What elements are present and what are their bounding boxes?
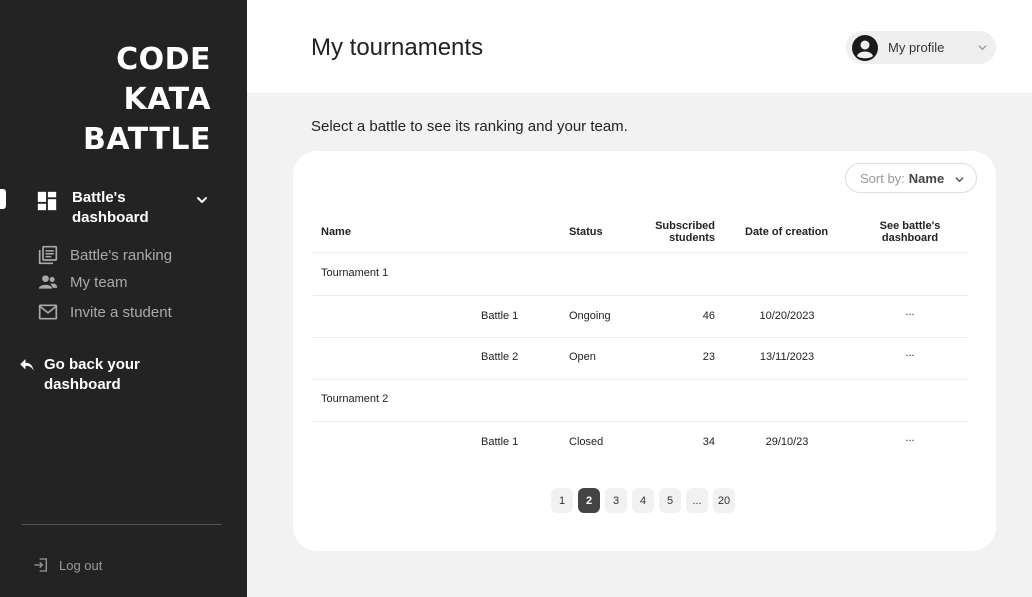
- page-button-20[interactable]: 20: [713, 488, 735, 513]
- tournament-name: Tournament 2: [321, 393, 389, 405]
- mail-icon: [38, 304, 58, 320]
- sort-dropdown[interactable]: Sort by: Name: [845, 163, 977, 193]
- sidebar-item-battles-ranking[interactable]: Battle's ranking: [38, 245, 172, 265]
- battle-status: Ongoing: [569, 310, 611, 322]
- sort-value: Name: [908, 170, 945, 186]
- logout-button[interactable]: Log out: [33, 557, 102, 573]
- chevron-down-icon[interactable]: [196, 194, 208, 206]
- page-ellipsis: ...: [686, 488, 708, 513]
- see-dashboard-button[interactable]: ...: [890, 432, 930, 444]
- tournament-name: Tournament 1: [321, 267, 389, 279]
- table-divider: [313, 421, 968, 422]
- battle-date: 29/10/23: [765, 436, 809, 448]
- team-icon: [38, 275, 58, 289]
- chevron-down-icon: [955, 177, 964, 183]
- battle-date: 10/20/2023: [759, 310, 815, 322]
- column-header-see-dashboard: See battle's dashboard: [879, 220, 941, 244]
- table-divider: [313, 379, 968, 380]
- go-back-label: Go back your dashboard: [44, 356, 140, 393]
- column-header-status: Status: [569, 226, 603, 238]
- battle-name: Battle 2: [481, 351, 519, 363]
- sidebar-item-label: My team: [70, 273, 128, 291]
- column-header-name: Name: [321, 226, 351, 238]
- ranking-icon: [38, 245, 58, 265]
- profile-label: My profile: [888, 40, 945, 55]
- sidebar-item-battles-dashboard[interactable]: Battle's dashboard: [36, 188, 216, 230]
- page-button-1[interactable]: 1: [551, 488, 573, 513]
- page-subtitle: Select a battle to see its ranking and y…: [311, 118, 628, 135]
- battle-students: 23: [702, 351, 715, 363]
- column-header-date: Date of creation: [745, 226, 829, 238]
- dashboard-icon: [37, 191, 57, 211]
- battle-name: Battle 1: [481, 436, 519, 448]
- avatar-icon: [852, 34, 878, 61]
- sidebar-item-label: Battle's dashboard: [72, 189, 149, 226]
- sidebar-item-label: Invite a student: [70, 303, 172, 321]
- see-dashboard-button[interactable]: ...: [890, 306, 930, 318]
- sidebar-item-my-team[interactable]: My team: [38, 272, 128, 292]
- table-divider: [313, 337, 968, 338]
- battle-date: 13/11/2023: [759, 351, 815, 363]
- table-divider: [313, 252, 968, 253]
- tournaments-card: Sort by: Name Name Status Subscribed stu…: [293, 151, 996, 551]
- battle-status: Closed: [569, 436, 604, 448]
- go-back-dashboard-link[interactable]: Go back your dashboard: [18, 355, 144, 395]
- active-nav-marker: [0, 189, 6, 209]
- sort-prefix: Sort by:: [860, 170, 905, 186]
- battle-name: Battle 1: [481, 310, 519, 322]
- battle-students: 34: [702, 436, 715, 448]
- battle-students: 46: [702, 310, 715, 322]
- page-button-4[interactable]: 4: [632, 488, 654, 513]
- profile-menu-button[interactable]: My profile: [846, 31, 996, 64]
- battle-status: Open: [569, 351, 596, 363]
- page-button-5[interactable]: 5: [659, 488, 681, 513]
- chevron-down-icon: [978, 45, 987, 51]
- sidebar: CODE KATA BATTLE Battle's dashboard Batt…: [0, 0, 247, 597]
- page-button-2[interactable]: 2: [578, 488, 600, 513]
- table-divider: [313, 295, 968, 296]
- reply-arrow-icon: [20, 359, 34, 371]
- page-title: My tournaments: [311, 34, 484, 61]
- logout-label: Log out: [59, 557, 103, 573]
- page-button-3[interactable]: 3: [605, 488, 627, 513]
- header: My tournaments My profile: [247, 0, 1032, 93]
- sidebar-item-invite-student[interactable]: Invite a student: [38, 302, 172, 322]
- sidebar-item-label: Battle's ranking: [70, 246, 173, 264]
- logout-icon: [34, 558, 47, 572]
- sidebar-divider: [22, 524, 222, 525]
- app-logo: CODE KATA BATTLE: [83, 42, 211, 157]
- see-dashboard-button[interactable]: ...: [890, 347, 930, 359]
- column-header-subscribed: Subscribed students: [655, 220, 715, 244]
- pagination: 1 2 3 4 5 ... 20: [551, 488, 735, 513]
